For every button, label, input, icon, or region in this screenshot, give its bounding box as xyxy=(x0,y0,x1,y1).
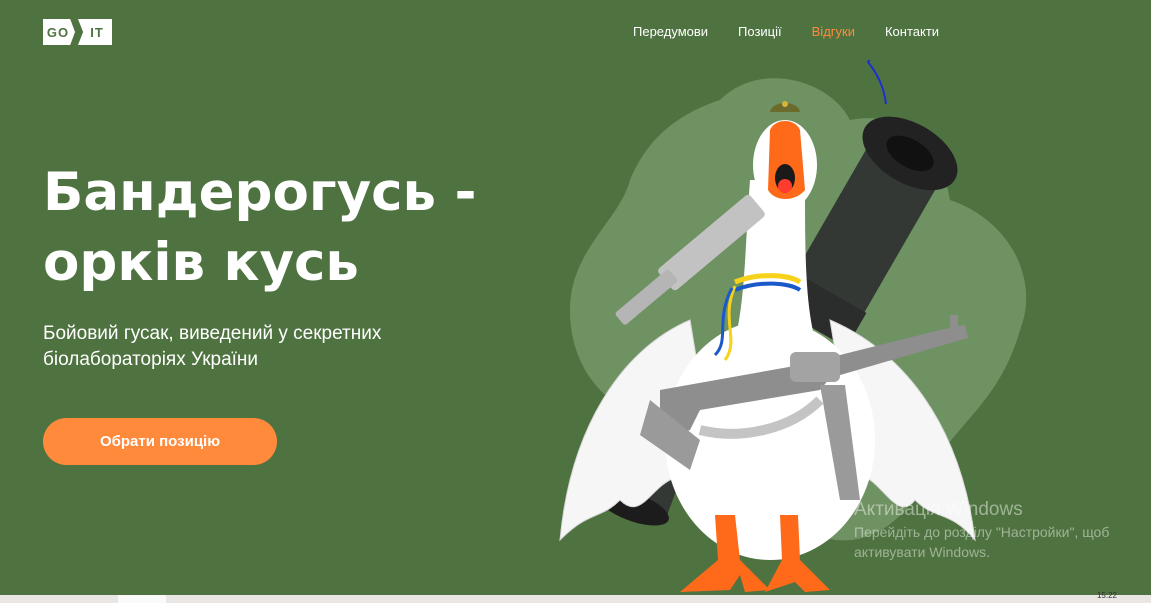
goit-logo[interactable]: GO IT xyxy=(43,19,112,45)
choose-position-button[interactable]: Обрати позицію xyxy=(43,418,277,465)
pen-stroke-annotation xyxy=(866,60,887,105)
logo-it: IT xyxy=(78,19,112,45)
hero-subtitle: Бойовий гусак, виведений у секретних біо… xyxy=(43,323,382,370)
taskbar: 15:22 xyxy=(0,591,1151,603)
nav-link-background[interactable]: Передумови xyxy=(633,24,708,39)
watermark-description: Перейдіть до розділу "Настройки", щоб ак… xyxy=(854,524,1110,560)
nav-link-reviews[interactable]: Відгуки xyxy=(812,24,855,39)
logo-go: GO xyxy=(43,19,75,45)
nav-link-contacts[interactable]: Контакти xyxy=(885,24,939,39)
windows-activation-watermark: Активація Windows Перейдіть до розділу "… xyxy=(854,498,1151,562)
watermark-title: Активація Windows xyxy=(854,499,1023,520)
taskbar-clock: 15:22 xyxy=(1096,591,1117,600)
nav-link-positions[interactable]: Позиції xyxy=(738,24,782,39)
taskbar-item[interactable] xyxy=(118,595,166,603)
hero-title: Бандерогусь - орків кусь xyxy=(43,162,477,293)
main-nav: Передумови Позиції Відгуки Контакти xyxy=(633,24,969,39)
